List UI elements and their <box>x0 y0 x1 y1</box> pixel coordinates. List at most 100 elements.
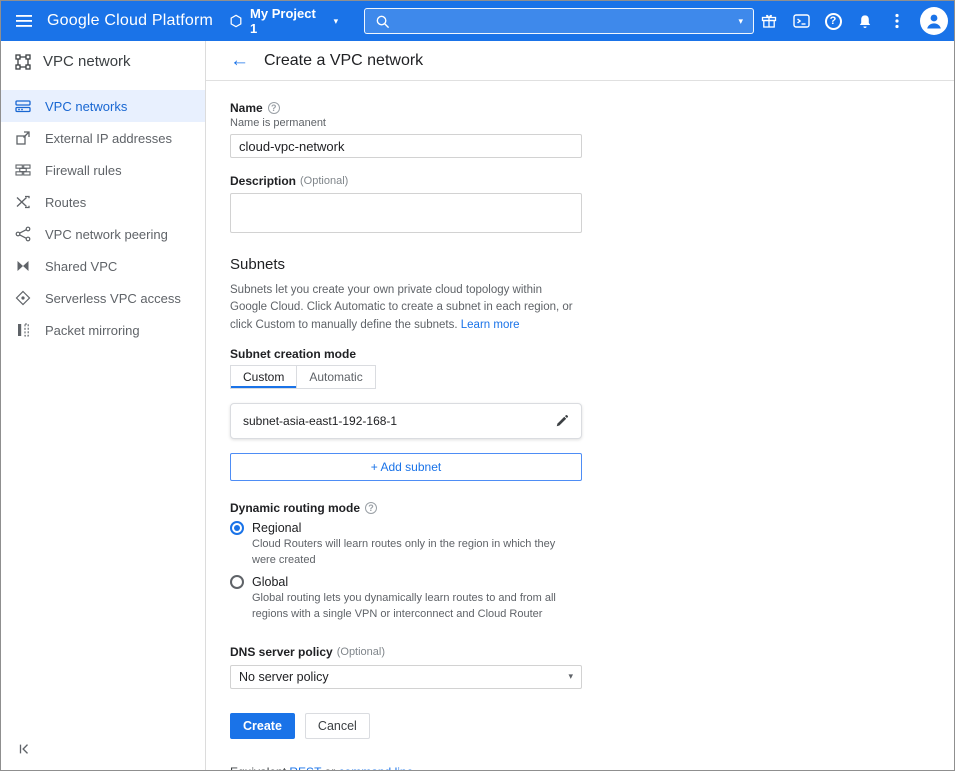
dns-policy-value: No server policy <box>239 670 329 684</box>
sidebar-item-firewall-rules[interactable]: Firewall rules <box>1 154 205 186</box>
sidebar-item-shared-vpc[interactable]: Shared VPC <box>1 250 205 282</box>
search-dropdown-icon[interactable]: ▾ <box>738 17 743 26</box>
main-content: ← Create a VPC network Name ? Name is pe… <box>206 41 954 770</box>
subnets-heading: Subnets <box>230 256 582 273</box>
gcp-logo[interactable]: Google Cloud Platform <box>47 12 213 30</box>
sidebar-item-serverless-vpc-access[interactable]: Serverless VPC access <box>1 282 205 314</box>
gcp-console: Google Cloud Platform My Project 1 ▾ ▾ ? <box>0 0 955 771</box>
sidebar-header: VPC network <box>1 41 205 81</box>
vpc-form: Name ? Name is permanent Description (Op… <box>230 101 582 770</box>
top-bar-actions: ? <box>754 6 954 36</box>
automatic-mode-button[interactable]: Automatic <box>297 365 375 389</box>
edit-pencil-icon[interactable] <box>555 414 569 428</box>
gift-icon[interactable] <box>754 6 784 36</box>
sidebar-item-label: VPC network peering <box>45 227 168 242</box>
name-label: Name <box>230 101 263 115</box>
regional-label: Regional <box>252 521 301 535</box>
cancel-button[interactable]: Cancel <box>305 713 370 739</box>
dns-optional: (Optional) <box>337 646 385 658</box>
subnets-description-text: Subnets let you create your own private … <box>230 284 573 331</box>
dns-policy-select[interactable]: No server policy ▾ <box>230 665 582 689</box>
vpc-networks-icon <box>15 98 31 114</box>
subnet-mode-toggle: Custom Automatic <box>230 365 376 389</box>
name-input[interactable] <box>230 134 582 158</box>
help-icon[interactable]: ? <box>818 6 848 36</box>
sidebar-item-packet-mirroring[interactable]: Packet mirroring <box>1 314 205 346</box>
search-bar[interactable]: ▾ <box>364 8 754 34</box>
description-input[interactable] <box>230 193 582 233</box>
routes-icon <box>15 194 31 210</box>
sidebar: VPC network VPC networks External IP add… <box>1 41 206 770</box>
command-line-link[interactable]: command line <box>339 765 414 771</box>
global-description: Global routing lets you dynamically lear… <box>252 591 582 623</box>
regional-radio-row[interactable]: Regional <box>230 521 582 535</box>
top-bar: Google Cloud Platform My Project 1 ▾ ▾ ? <box>1 1 954 41</box>
subnet-name: subnet-asia-east1-192-168-1 <box>243 414 397 428</box>
menu-icon[interactable] <box>1 1 47 41</box>
add-subnet-label: Add subnet <box>380 460 441 474</box>
description-label-row: Description (Optional) <box>230 174 582 188</box>
dns-label: DNS server policy <box>230 645 333 659</box>
page-title: Create a VPC network <box>264 52 423 70</box>
vpc-network-product-icon <box>15 53 31 69</box>
global-label: Global <box>252 575 288 589</box>
equivalent-prefix: Equivalent <box>230 765 286 771</box>
console-body: VPC network VPC networks External IP add… <box>1 41 954 770</box>
vpc-network-peering-icon <box>15 226 31 242</box>
description-label: Description <box>230 174 296 188</box>
form-actions: Create Cancel <box>230 713 582 739</box>
collapse-icon <box>17 742 31 756</box>
firewall-icon <box>15 162 31 178</box>
dns-label-row: DNS server policy (Optional) <box>230 645 582 659</box>
plus-icon: + <box>371 460 378 474</box>
cloud-shell-icon[interactable] <box>786 6 816 36</box>
sidebar-item-routes[interactable]: Routes <box>1 186 205 218</box>
sidebar-item-label: Firewall rules <box>45 163 122 178</box>
name-label-row: Name ? <box>230 101 582 115</box>
custom-mode-button[interactable]: Custom <box>230 365 297 389</box>
project-name: My Project 1 <box>250 6 327 36</box>
notifications-icon[interactable] <box>850 6 880 36</box>
more-options-icon[interactable] <box>882 6 912 36</box>
dns-group: DNS server policy (Optional) No server p… <box>230 645 582 689</box>
search-icon <box>375 14 390 29</box>
sidebar-item-vpc-networks[interactable]: VPC networks <box>1 90 205 122</box>
project-selector[interactable]: My Project 1 ▾ <box>229 6 338 36</box>
subnets-description: Subnets let you create your own private … <box>230 282 582 334</box>
rest-link[interactable]: REST <box>289 765 321 771</box>
equivalent-line: Equivalent REST or command line <box>230 765 582 771</box>
select-caret-icon: ▾ <box>568 672 573 681</box>
sidebar-item-vpc-network-peering[interactable]: VPC network peering <box>1 218 205 250</box>
page-header: ← Create a VPC network <box>206 41 954 81</box>
name-field-group: Name ? Name is permanent <box>230 101 582 158</box>
subnet-card[interactable]: subnet-asia-east1-192-168-1 <box>230 403 582 439</box>
description-field-group: Description (Optional) <box>230 174 582 238</box>
learn-more-link[interactable]: Learn more <box>461 319 520 331</box>
sidebar-item-label: Serverless VPC access <box>45 291 181 306</box>
name-help-icon[interactable]: ? <box>268 102 280 114</box>
search-input[interactable] <box>398 14 730 29</box>
name-hint: Name is permanent <box>230 117 582 129</box>
collapse-sidebar-button[interactable] <box>1 728 205 770</box>
routing-help-icon[interactable]: ? <box>365 502 377 514</box>
packet-mirroring-icon <box>15 322 31 338</box>
add-subnet-button[interactable]: + Add subnet <box>230 453 582 481</box>
subnet-mode-label: Subnet creation mode <box>230 347 582 361</box>
regional-radio[interactable] <box>230 521 244 535</box>
back-arrow-icon[interactable]: ← <box>230 51 249 70</box>
global-radio[interactable] <box>230 575 244 589</box>
question-glyph: ? <box>825 13 842 30</box>
routing-label-row: Dynamic routing mode ? <box>230 501 582 515</box>
avatar[interactable] <box>920 7 948 35</box>
sidebar-item-external-ip-addresses[interactable]: External IP addresses <box>1 122 205 154</box>
shared-vpc-icon <box>15 258 31 274</box>
external-ip-icon <box>15 130 31 146</box>
sidebar-item-label: External IP addresses <box>45 131 172 146</box>
sidebar-nav: VPC networks External IP addresses Firew… <box>1 90 205 346</box>
global-radio-row[interactable]: Global <box>230 575 582 589</box>
project-icon <box>229 14 243 28</box>
sidebar-title: VPC network <box>43 53 131 70</box>
routing-group: Dynamic routing mode ? Regional Cloud Ro… <box>230 501 582 623</box>
serverless-vpc-access-icon <box>15 290 31 306</box>
create-button[interactable]: Create <box>230 713 295 739</box>
